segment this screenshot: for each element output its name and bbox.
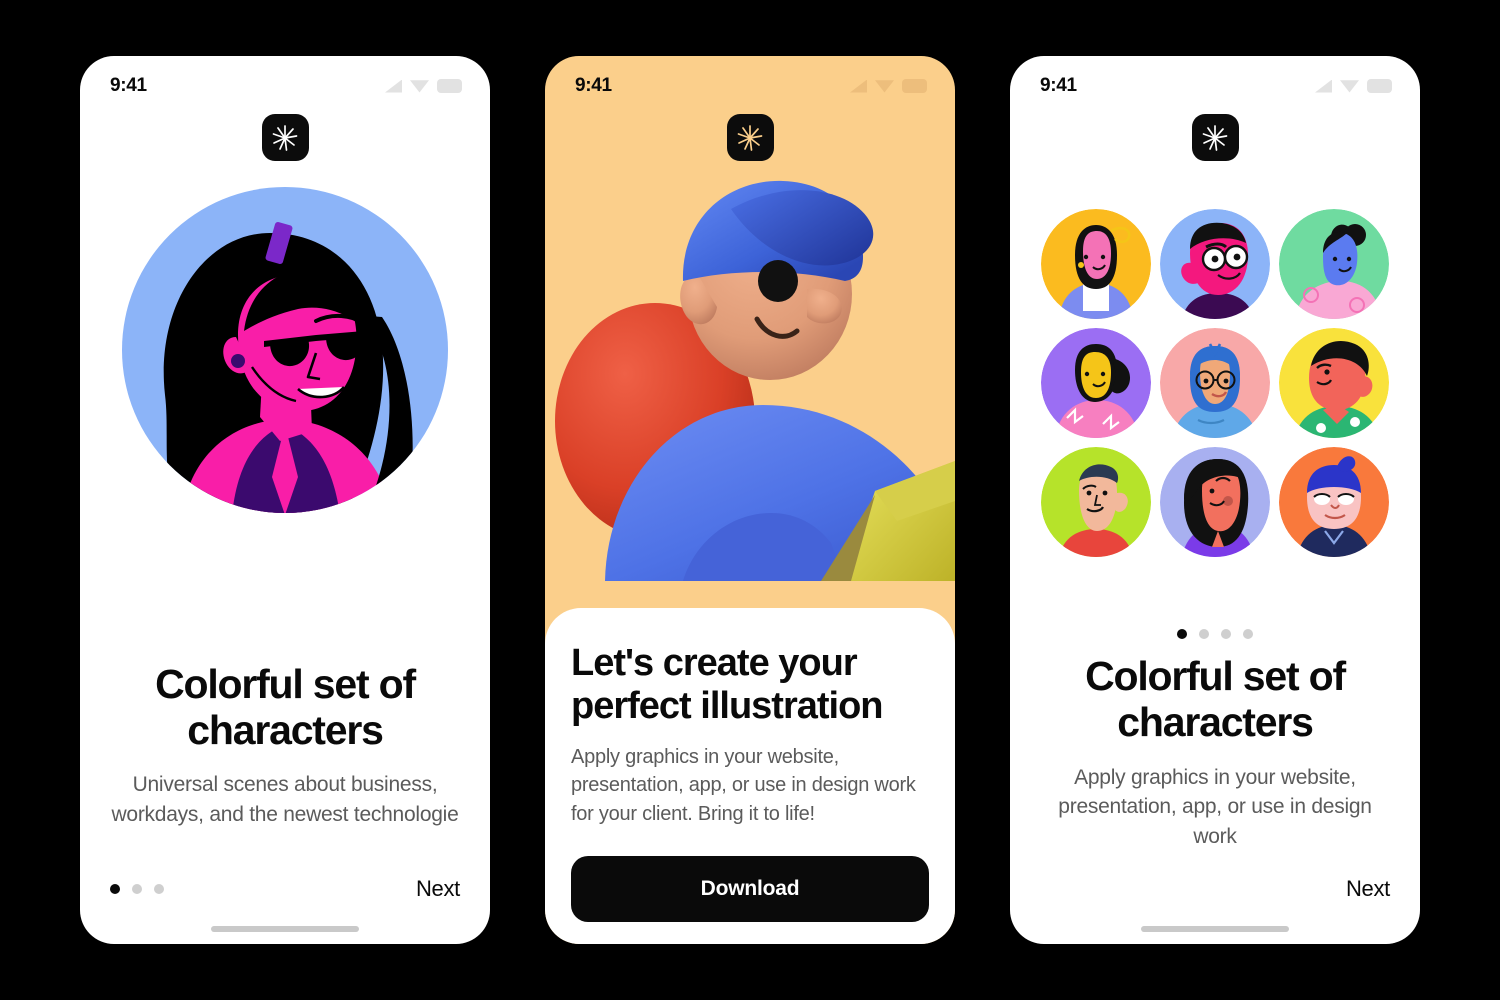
download-button[interactable]: Download [571,856,929,922]
avatar-woman-bun-green[interactable] [1279,209,1389,319]
hero-illustration-area [80,161,490,661]
status-time: 9:41 [110,75,147,96]
avatar-woman-blue-hair-pink[interactable] [1160,328,1270,438]
next-button[interactable]: Next [1346,876,1390,902]
pagination-dots[interactable] [1010,628,1420,639]
3d-character-with-map [555,180,955,581]
app-logo [80,108,490,161]
page-subtitle: Universal scenes about business, workday… [111,773,459,827]
pagination-dot[interactable] [110,884,120,894]
avatar-woman-yellow[interactable] [1041,209,1151,319]
status-bar: 9:41 [545,56,955,108]
pagination-dot[interactable] [1221,628,1231,639]
wifi-icon [410,80,429,93]
page-title: Colorful set of characters [1085,652,1346,746]
avatar-man-glasses-blue[interactable] [1160,209,1270,319]
next-button[interactable]: Next [416,876,460,902]
signal-icon [1315,79,1332,93]
wifi-icon [875,80,894,93]
page-subtitle: Apply graphics in your website, presenta… [1058,765,1372,849]
signal-icon [850,79,867,93]
status-time: 9:41 [1040,75,1077,96]
starburst-icon [1202,124,1228,151]
signal-icon [385,79,402,93]
status-icons [1315,79,1392,93]
battery-icon [437,79,462,93]
page-subtitle: Apply graphics in your website, presenta… [571,745,916,825]
battery-icon [902,79,927,93]
hero-illustration-area [545,161,955,608]
avatar-grid [1041,209,1389,557]
home-indicator [1141,926,1289,932]
avatar-woman-ponytail-purple[interactable] [1041,328,1151,438]
footer-nav: Next [80,852,490,926]
footer-nav: Next [1010,852,1420,926]
status-time: 9:41 [575,75,612,96]
logo-badge [261,114,309,161]
app-logo [545,108,955,161]
starburst-icon [737,124,763,151]
phone-screen-gallery: 9:41 Colorful set of characters Apply gr… [1010,56,1420,944]
text-block: Colorful set of characters Universal sce… [80,661,490,830]
logo-badge [1191,114,1239,161]
pagination-dot[interactable] [132,884,142,894]
pagination-dot[interactable] [1243,628,1253,639]
status-icons [385,79,462,93]
avatar-gallery-area [1010,161,1420,623]
starburst-icon [272,124,298,151]
phone-screen-characters: 9:41 Colorful set of characters Universa… [80,56,490,944]
content-card: Let's create your perfect illustration A… [545,607,955,944]
page-title: Colorful set of characters [155,660,416,754]
avatar-person-orange[interactable] [1279,447,1389,557]
avatar-woman-periwinkle[interactable] [1160,447,1270,557]
pagination-dot[interactable] [1177,628,1187,639]
logo-badge [726,114,774,161]
phone-screen-create: 9:41 Let's create your perfect illustrat… [545,56,955,944]
pagination-dot[interactable] [1199,628,1209,639]
text-block: Colorful set of characters Apply graphic… [1010,653,1420,852]
battery-icon [1367,79,1392,93]
pagination-dot[interactable] [154,884,164,894]
avatar-man-yellow-bg[interactable] [1279,328,1389,438]
avatar-man-lime[interactable] [1041,447,1151,557]
page-title: Let's create your perfect illustration [571,641,884,727]
app-logo [1010,108,1420,161]
woman-with-sunglasses-avatar [122,187,448,513]
pagination-dots[interactable] [110,884,164,894]
status-bar: 9:41 [1010,56,1420,108]
home-indicator [211,926,359,932]
onboarding-screens-stage: 9:41 Colorful set of characters Universa… [0,0,1500,1000]
wifi-icon [1340,80,1359,93]
status-bar: 9:41 [80,56,490,108]
status-icons [850,79,927,93]
